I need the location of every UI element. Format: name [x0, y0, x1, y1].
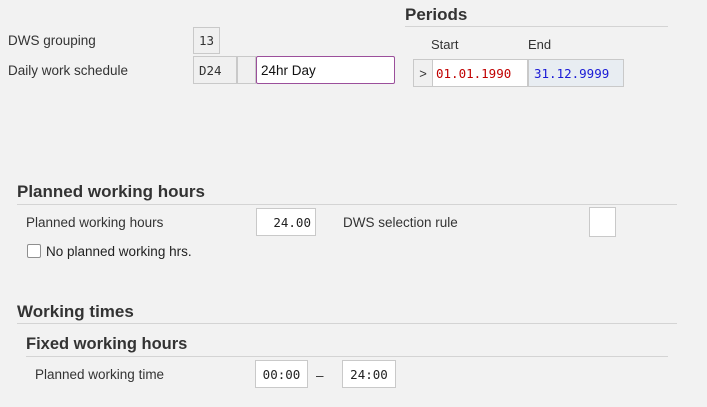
planned-time-label: Planned working time: [35, 367, 165, 382]
planned-hours-label: Planned working hours: [26, 215, 164, 230]
planned-divider: [17, 204, 677, 205]
time-from-field[interactable]: 00:00: [255, 360, 308, 388]
period-end-field[interactable]: 31.12.9999: [528, 59, 624, 87]
fixed-hours-title: Fixed working hours: [26, 335, 188, 353]
dws-grouping-label: DWS grouping: [8, 33, 96, 48]
periods-divider: [405, 26, 668, 27]
working-times-divider: [17, 323, 677, 324]
period-start-field[interactable]: 01.01.1990: [432, 59, 528, 87]
selection-rule-field[interactable]: [589, 207, 616, 237]
start-label: Start: [431, 37, 459, 52]
periods-title: Periods: [405, 5, 468, 24]
time-separator: –: [316, 368, 324, 383]
fixed-hours-divider: [26, 356, 668, 357]
planned-hours-field[interactable]: 24.00: [256, 208, 316, 236]
description-input[interactable]: 24hr Day: [256, 56, 395, 84]
dws-grouping-field[interactable]: 13: [193, 27, 220, 54]
working-times-title: Working times: [17, 302, 134, 321]
selection-rule-label: DWS selection rule: [343, 215, 458, 230]
no-planned-hours-label: No planned working hrs.: [46, 244, 192, 259]
daily-work-schedule-label: Daily work schedule: [8, 63, 129, 78]
period-nav-button[interactable]: >: [413, 59, 433, 87]
value-help-button[interactable]: [237, 56, 256, 84]
time-to-field[interactable]: 24:00: [342, 360, 396, 388]
daily-work-schedule-field[interactable]: D24: [193, 56, 237, 84]
end-label: End: [528, 37, 552, 52]
no-planned-hours-checkbox[interactable]: [27, 244, 41, 258]
planned-section-title: Planned working hours: [17, 182, 205, 201]
